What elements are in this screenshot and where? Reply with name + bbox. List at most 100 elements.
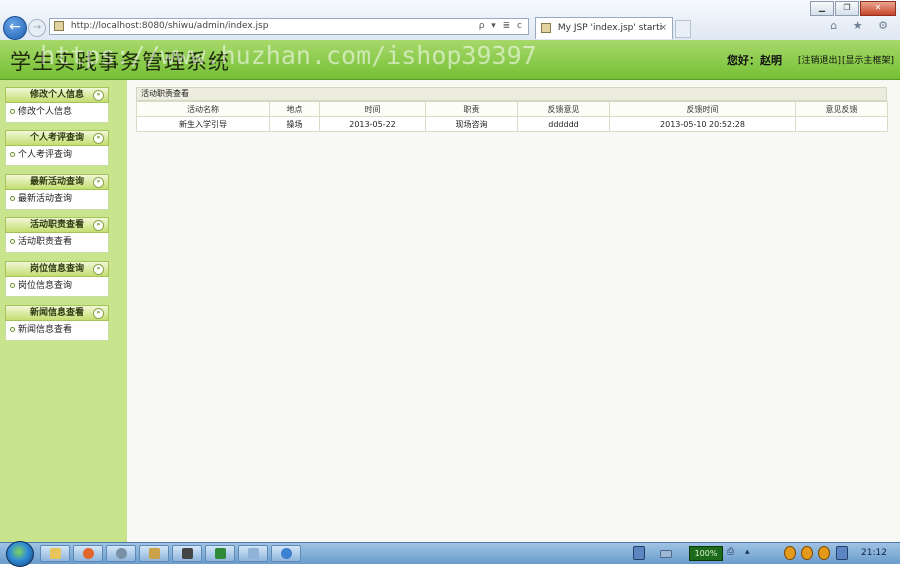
app-task-icon[interactable] — [106, 545, 136, 562]
maximize-button[interactable]: ❐ — [835, 1, 859, 16]
browser-toolbar: ▁ ❐ ✕ ← → http://localhost:8080/shiwu/admi… — [0, 0, 900, 41]
address-tools[interactable]: ρ ▾ ≣ c — [479, 19, 524, 34]
watermark: https://www.huzhan.com/ishop39397 — [40, 41, 537, 70]
forward-button[interactable]: → — [28, 19, 46, 37]
tab-title: My JSP 'index.jsp' startin... — [557, 23, 662, 33]
table-row: 新生入学引导 操场 2013-05-22 现场咨询 dddddd 2013-05… — [136, 116, 888, 132]
collapse-icon[interactable]: » — [93, 133, 104, 144]
collapse-icon[interactable]: » — [93, 90, 104, 101]
column-header: 反馈意见 — [517, 101, 610, 117]
menu-group-duties: 活动职责查看 » 活动职责查看 — [5, 217, 109, 253]
user-greeting: 您好：赵明 — [727, 54, 782, 67]
menu-group-news: 新闻信息查看 » 新闻信息查看 — [5, 305, 109, 341]
back-button[interactable]: ← — [3, 16, 27, 40]
media-task-icon[interactable] — [172, 545, 202, 562]
menu-head-duties[interactable]: 活动职责查看 » — [5, 217, 109, 233]
taskbar: 100% ⎙ ▴ 21:12 — [0, 541, 900, 567]
menu-head-latest-activity[interactable]: 最新活动查询 » — [5, 174, 109, 190]
menu-group-evaluation: 个人考评查询 » 个人考评查询 — [5, 130, 109, 166]
sidebar-item-edit-profile[interactable]: 修改个人信息 — [5, 103, 109, 123]
new-tab-button[interactable] — [675, 20, 691, 38]
sidebar-item-label: 岗位信息查询 — [18, 281, 73, 291]
menu-head-label: 新闻信息查看 — [29, 308, 84, 318]
cell-feedback-action[interactable] — [795, 116, 888, 132]
sidebar-item-label: 个人考评查询 — [18, 150, 73, 160]
menu-head-evaluation[interactable]: 个人考评查询 » — [5, 130, 109, 146]
sidebar-item-label: 新闻信息查看 — [18, 325, 73, 335]
duties-table: 活动名称 地点 时间 职责 反馈意见 反馈时间 意见反馈 新生入学引导 操场 2… — [136, 101, 888, 132]
sidebar-item-label: 最新活动查询 — [18, 194, 73, 204]
column-header: 意见反馈 — [795, 101, 888, 117]
menu-head-label: 最新活动查询 — [29, 177, 84, 187]
browser-tab[interactable]: My JSP 'index.jsp' startin... × — [535, 17, 673, 39]
menu-group-personal-info: 修改个人信息 » 修改个人信息 — [5, 87, 109, 123]
column-header: 时间 — [319, 101, 426, 117]
menu-head-personal-info[interactable]: 修改个人信息 » — [5, 87, 109, 103]
collapse-icon[interactable]: » — [93, 177, 104, 188]
sidebar-item-news[interactable]: 新闻信息查看 — [5, 321, 109, 341]
menu-group-latest-activity: 最新活动查询 » 最新活动查询 — [5, 174, 109, 210]
close-window-button[interactable]: ✕ — [860, 1, 896, 16]
menu-head-positions[interactable]: 岗位信息查询 » — [5, 261, 109, 277]
address-bar[interactable]: http://localhost:8080/shiwu/admin/index.… — [49, 18, 529, 35]
window-task-icon[interactable] — [238, 545, 268, 562]
menu-head-label: 活动职责查看 — [29, 220, 84, 230]
sidebar-item-label: 活动职责查看 — [18, 237, 73, 247]
menu-head-label: 个人考评查询 — [29, 133, 84, 143]
window-controls: ▁ ❐ ✕ — [809, 1, 896, 16]
qq-icon[interactable] — [801, 546, 813, 560]
battery-indicator[interactable]: 100% — [689, 546, 723, 561]
qq-icon[interactable] — [818, 546, 830, 560]
app-header: 学生实践事务管理系统 https://www.huzhan.com/ishop3… — [0, 40, 900, 80]
sidebar: 修改个人信息 » 修改个人信息 个人考评查询 » 个人考评查询 最新活动查询 »… — [0, 80, 127, 542]
sidebar-item-positions[interactable]: 岗位信息查询 — [5, 277, 109, 297]
duties-panel: 活动职责查看 活动名称 地点 时间 职责 反馈意见 反馈时间 意见反馈 新生入学… — [136, 87, 888, 132]
explorer-task-icon[interactable] — [40, 545, 70, 562]
cell-duty: 现场咨询 — [425, 116, 518, 132]
command-icons[interactable]: ⌂ ★ ⚙ — [830, 19, 894, 32]
sidebar-item-duties[interactable]: 活动职责查看 — [5, 233, 109, 253]
cell-activity-name: 新生入学引导 — [136, 116, 270, 132]
network-icon[interactable] — [633, 546, 645, 560]
ie-task-icon[interactable] — [271, 545, 301, 562]
main-content: 活动职责查看 活动名称 地点 时间 职责 反馈意见 反馈时间 意见反馈 新生入学… — [127, 80, 900, 542]
page-icon — [54, 21, 64, 31]
column-header: 活动名称 — [136, 101, 270, 117]
bullet-icon — [10, 109, 15, 114]
home-frame-link[interactable]: [显示主框架] — [842, 53, 894, 66]
column-header: 反馈时间 — [609, 101, 796, 117]
bullet-icon — [10, 327, 15, 332]
tab-page-icon — [541, 23, 551, 33]
cell-date: 2013-05-22 — [319, 116, 426, 132]
tab-close-icon[interactable]: × — [659, 18, 667, 38]
cell-feedback-time: 2013-05-10 20:52:28 — [609, 116, 796, 132]
menu-group-positions: 岗位信息查询 » 岗位信息查询 — [5, 261, 109, 297]
address-url[interactable]: http://localhost:8080/shiwu/admin/index.… — [71, 19, 269, 34]
tray-icons[interactable]: ⎙ ▴ — [727, 547, 754, 557]
cell-location: 操场 — [269, 116, 320, 132]
sidebar-item-label: 修改个人信息 — [18, 107, 73, 117]
qq-icon[interactable] — [784, 546, 796, 560]
menu-head-label: 修改个人信息 — [29, 90, 84, 100]
excel-task-icon[interactable] — [205, 545, 235, 562]
bullet-icon — [10, 152, 15, 157]
collapse-icon[interactable]: » — [93, 220, 104, 231]
minimize-button[interactable]: ▁ — [810, 1, 834, 16]
bullet-icon — [10, 196, 15, 201]
firefox-task-icon[interactable] — [73, 545, 103, 562]
keyboard-icon[interactable] — [660, 550, 672, 558]
folder-task-icon[interactable] — [139, 545, 169, 562]
menu-head-label: 岗位信息查询 — [29, 264, 84, 274]
column-header: 职责 — [425, 101, 518, 117]
column-header: 地点 — [269, 101, 320, 117]
collapse-icon[interactable]: » — [93, 308, 104, 319]
volume-icon[interactable] — [836, 546, 848, 560]
bullet-icon — [10, 283, 15, 288]
cell-feedback: dddddd — [517, 116, 610, 132]
start-button[interactable] — [6, 541, 34, 567]
sidebar-item-latest-activity[interactable]: 最新活动查询 — [5, 190, 109, 210]
menu-head-news[interactable]: 新闻信息查看 » — [5, 305, 109, 321]
logout-link[interactable]: [注销退出] — [798, 53, 841, 66]
collapse-icon[interactable]: » — [93, 264, 104, 275]
sidebar-item-evaluation[interactable]: 个人考评查询 — [5, 146, 109, 166]
